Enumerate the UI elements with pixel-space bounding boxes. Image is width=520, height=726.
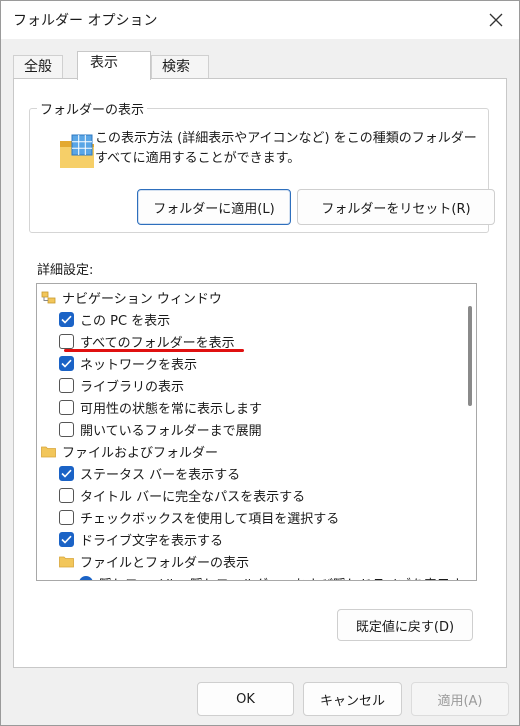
checkmark-icon (61, 315, 72, 324)
list-item[interactable]: 隠しファイル、隠しフォルダー、および隠しドライブを表示する (79, 572, 462, 580)
view-tab-panel: フォルダーの表示 この表示方法 (詳細表示やアイコンなど) をこの種類のフォルダ… (13, 78, 507, 668)
folder-grid-icon (60, 134, 94, 168)
checkbox[interactable] (59, 311, 74, 327)
list-item[interactable]: ステータス バーを表示する (59, 462, 240, 484)
checkbox[interactable] (59, 333, 74, 349)
checkbox[interactable] (59, 531, 74, 547)
list-item-label: ライブラリの表示 (80, 379, 185, 395)
list-item: ファイルとフォルダーの表示 (59, 550, 249, 572)
list-item-label: 可用性の状態を常に表示します (80, 401, 263, 417)
cancel-button[interactable]: キャンセル (303, 682, 402, 716)
list-item-label: 開いているフォルダーまで展開 (80, 423, 262, 439)
folder-icon (41, 446, 56, 457)
close-icon (489, 13, 503, 27)
folder-icon (59, 556, 74, 567)
checkbox[interactable] (59, 421, 74, 437)
checkmark-icon (61, 535, 72, 544)
tab-search[interactable]: 検索 (151, 55, 209, 79)
list-item: ファイルおよびフォルダー (41, 440, 218, 462)
apply-button[interactable]: 適用(A) (411, 682, 509, 716)
window-title: フォルダー オプション (13, 13, 158, 29)
list-item-label: すべてのフォルダーを表示 (80, 335, 235, 351)
list-item-label: ステータス バーを表示する (80, 467, 241, 483)
list-item-label: ネットワークを表示 (80, 357, 198, 373)
annotation-underline (64, 349, 244, 352)
list-item-label: ドライブ文字を表示する (80, 533, 224, 549)
folder-options-dialog: フォルダー オプション 全般 表示 検索 フォルダーの表示 この表示方法 (詳細… (0, 0, 520, 726)
tab-general[interactable]: 全般 (13, 55, 63, 79)
list-item-label: ファイルおよびフォルダー (62, 445, 219, 461)
list-item-label: タイトル バーに完全なパスを表示する (80, 489, 306, 505)
list-item[interactable]: ドライブ文字を表示する (59, 528, 223, 550)
list-item[interactable]: この PC を表示 (59, 308, 170, 330)
close-button[interactable] (473, 1, 519, 39)
advanced-settings-items: ナビゲーション ウィンドウこの PC を表示すべてのフォルダーを表示 ネットワーク… (37, 284, 462, 580)
advanced-settings-label: 詳細設定: (37, 263, 94, 278)
list-item[interactable]: ネットワークを表示 (59, 352, 197, 374)
radio-button[interactable] (79, 576, 93, 580)
reset-folders-button[interactable]: フォルダーをリセット(R) (297, 189, 495, 225)
checkbox[interactable] (59, 465, 74, 481)
list-item-label: ファイルとフォルダーの表示 (80, 555, 250, 571)
checkbox[interactable] (59, 355, 74, 371)
list-item-label: チェックボックスを使用して項目を選択する (80, 511, 340, 527)
list-item[interactable]: 開いているフォルダーまで展開 (59, 418, 262, 440)
checkbox[interactable] (59, 377, 74, 393)
tab-strip: 全般 表示 検索 (13, 51, 513, 80)
list-item[interactable]: ライブラリの表示 (59, 374, 184, 396)
list-item: ナビゲーション ウィンドウ (41, 286, 222, 308)
title-bar: フォルダー オプション (1, 1, 519, 39)
apply-to-folders-button[interactable]: フォルダーに適用(L) (137, 189, 291, 225)
folder-views-group: フォルダーの表示 この表示方法 (詳細表示やアイコンなど) をこの種類のフォルダ… (29, 99, 495, 233)
list-item-label: ナビゲーション ウィンドウ (62, 291, 222, 307)
list-item-label: この PC を表示 (80, 313, 171, 329)
restore-defaults-button[interactable]: 既定値に戻す(D) (337, 609, 473, 641)
list-item[interactable]: チェックボックスを使用して項目を選択する (59, 506, 339, 528)
list-item-label: 隠しファイル、隠しフォルダー、および隠しドライブを表示する (99, 574, 462, 581)
scrollbar-thumb[interactable] (468, 306, 472, 406)
checkbox[interactable] (59, 399, 74, 415)
checkmark-icon (61, 359, 72, 368)
list-item[interactable]: タイトル バーに完全なパスを表示する (59, 484, 305, 506)
checkbox[interactable] (59, 487, 74, 503)
ok-button[interactable]: OK (197, 682, 294, 716)
advanced-settings-list[interactable]: ナビゲーション ウィンドウこの PC を表示すべてのフォルダーを表示 ネットワーク… (36, 283, 477, 581)
tab-view[interactable]: 表示 (77, 51, 151, 80)
navigation-pane-icon (41, 291, 56, 303)
checkbox[interactable] (59, 509, 74, 525)
folder-views-legend: フォルダーの表示 (37, 99, 148, 118)
checkmark-icon (61, 469, 72, 478)
list-item[interactable]: 可用性の状態を常に表示します (59, 396, 262, 418)
folder-views-description: この表示方法 (詳細表示やアイコンなど) をこの種類のフォルダーすべてに適用する… (95, 131, 477, 166)
